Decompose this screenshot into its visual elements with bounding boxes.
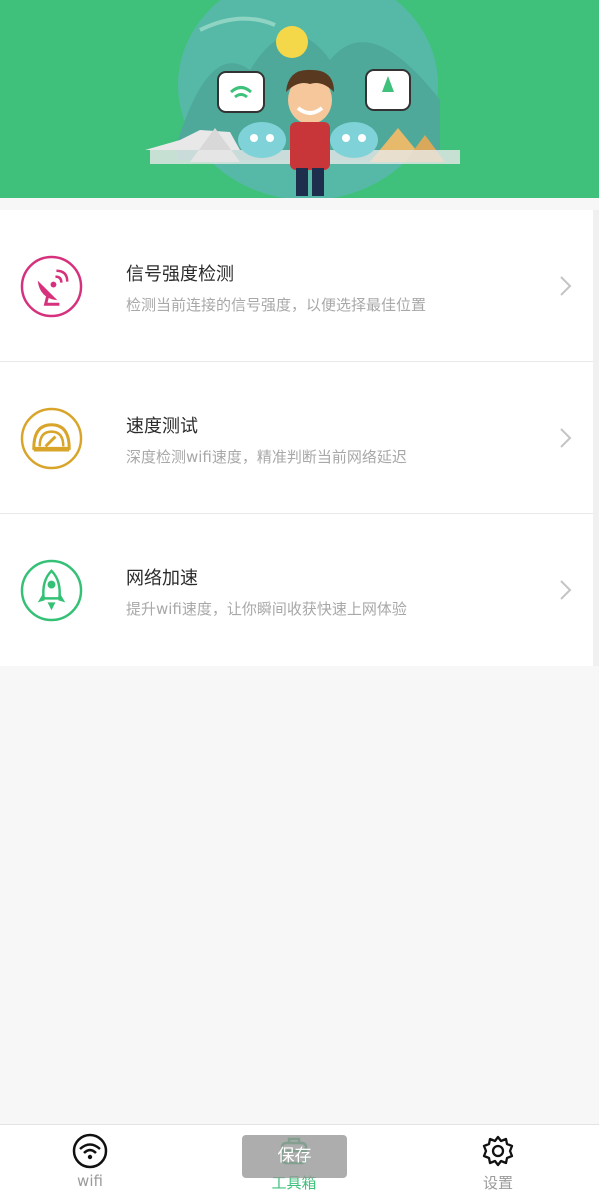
tool-list: 信号强度检测 检测当前连接的信号强度，以便选择最佳位置 速度测试 深度检测wif…: [0, 210, 593, 666]
chevron-right-icon: [560, 580, 572, 600]
tool-description: 提升wifi速度，让你瞬间收获快速上网体验: [126, 600, 407, 618]
chevron-right-icon: [560, 428, 572, 448]
header-banner: [0, 0, 599, 198]
wifi-icon: [72, 1133, 108, 1169]
tool-item-signal[interactable]: 信号强度检测 检测当前连接的信号强度，以便选择最佳位置: [0, 210, 593, 362]
settings-gear-icon: [482, 1135, 514, 1167]
save-toast[interactable]: 保存: [242, 1135, 347, 1178]
list-edge-divider: [593, 210, 599, 666]
tool-title: 速度测试: [126, 416, 198, 437]
tool-item-network-boost[interactable]: 网络加速 提升wifi速度，让你瞬间收获快速上网体验: [0, 514, 593, 666]
rocket-icon: [20, 559, 83, 622]
tool-description: 深度检测wifi速度，精准判断当前网络延迟: [126, 448, 407, 466]
banner-illustration: [145, 0, 460, 198]
satellite-dish-icon: [20, 255, 83, 318]
chevron-right-icon: [560, 276, 572, 296]
tab-settings[interactable]: 设置: [438, 1125, 558, 1195]
tab-label: 设置: [482, 1174, 513, 1192]
tool-title: 网络加速: [126, 568, 198, 589]
tab-wifi[interactable]: wifi: [30, 1125, 150, 1195]
tool-item-speed-test[interactable]: 速度测试 深度检测wifi速度，精准判断当前网络延迟: [0, 362, 593, 514]
speedometer-icon: [20, 407, 83, 470]
tool-description: 检测当前连接的信号强度，以便选择最佳位置: [126, 296, 427, 314]
tool-title: 信号强度检测: [126, 264, 234, 285]
tab-label: wifi: [77, 1172, 103, 1190]
